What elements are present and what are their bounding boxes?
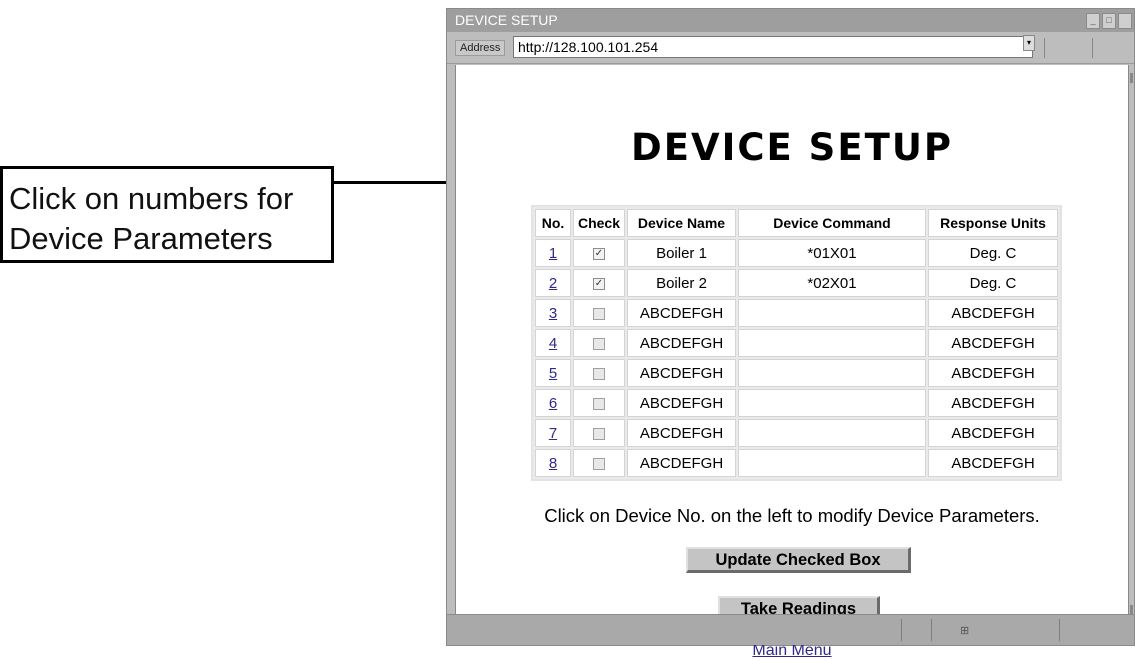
checkbox-unchecked[interactable] xyxy=(593,397,605,410)
cell-no: 7 xyxy=(535,419,571,447)
cell-check xyxy=(573,449,625,477)
cell-device-name: ABCDEFGH xyxy=(627,359,736,387)
cell-no: 4 xyxy=(535,329,571,357)
cell-device-command xyxy=(738,329,926,357)
checkbox-checked[interactable]: ✓ xyxy=(593,247,605,260)
cell-device-name: Boiler 1 xyxy=(627,239,736,267)
cell-device-name: ABCDEFGH xyxy=(627,449,736,477)
address-bar: Address http://128.100.101.254 ▾ xyxy=(447,32,1134,64)
cell-device-command: *01X01 xyxy=(738,239,926,267)
device-table: No. Check Device Name Device Command Res… xyxy=(531,205,1062,481)
close-button[interactable] xyxy=(1118,13,1132,29)
device-number-link[interactable]: 1 xyxy=(549,245,557,262)
cell-response-units: ABCDEFGH xyxy=(928,359,1058,387)
status-divider xyxy=(901,619,902,641)
table-row: 8 ABCDEFGH ABCDEFGH xyxy=(535,449,1058,477)
device-number-link[interactable]: 3 xyxy=(549,305,557,322)
table-row: 6 ABCDEFGH ABCDEFGH xyxy=(535,389,1058,417)
table-header-row: No. Check Device Name Device Command Res… xyxy=(535,209,1058,237)
header-no: No. xyxy=(535,209,571,237)
title-bar: DEVICE SETUP _ □ xyxy=(447,9,1134,32)
minimize-button[interactable]: _ xyxy=(1086,13,1100,29)
cell-device-name: ABCDEFGH xyxy=(627,299,736,327)
cell-no: 1 xyxy=(535,239,571,267)
header-check: Check xyxy=(573,209,625,237)
cell-no: 5 xyxy=(535,359,571,387)
page-title: DEVICE SETUP xyxy=(630,126,954,169)
header-device-name: Device Name xyxy=(627,209,736,237)
cell-response-units: ABCDEFGH xyxy=(928,389,1058,417)
update-checked-box-button[interactable]: Update Checked Box xyxy=(686,547,911,573)
annotation-callout: Click on numbers for Device Parameters xyxy=(0,166,334,263)
checkbox-unchecked[interactable] xyxy=(593,457,605,470)
cell-no: 6 xyxy=(535,389,571,417)
cell-check xyxy=(573,329,625,357)
status-divider xyxy=(1059,619,1060,641)
device-number-link[interactable]: 8 xyxy=(549,455,557,472)
callout-line-1: Click on numbers for xyxy=(9,181,294,216)
status-divider xyxy=(931,619,932,641)
checkbox-unchecked[interactable] xyxy=(593,427,605,440)
cell-no: 2 xyxy=(535,269,571,297)
cell-check: ✓ xyxy=(573,269,625,297)
table-row: 2 ✓ Boiler 2 *02X01 Deg. C xyxy=(535,269,1058,297)
checkbox-unchecked[interactable] xyxy=(593,367,605,380)
cell-check xyxy=(573,389,625,417)
cell-device-name: ABCDEFGH xyxy=(627,389,736,417)
cell-response-units: ABCDEFGH xyxy=(928,329,1058,357)
window-controls: _ □ xyxy=(1086,13,1132,29)
cell-no: 3 xyxy=(535,299,571,327)
cell-response-units: ABCDEFGH xyxy=(928,419,1058,447)
device-number-link[interactable]: 5 xyxy=(549,365,557,382)
table-row: 3 ABCDEFGH ABCDEFGH xyxy=(535,299,1058,327)
cell-response-units: ABCDEFGH xyxy=(928,299,1058,327)
address-label: Address xyxy=(455,40,506,56)
url-field[interactable]: http://128.100.101.254 xyxy=(513,36,1033,58)
checkbox-unchecked[interactable] xyxy=(593,337,605,350)
cell-response-units: Deg. C xyxy=(928,269,1058,297)
cell-device-name: ABCDEFGH xyxy=(627,329,736,357)
cell-device-command xyxy=(738,419,926,447)
checkbox-unchecked[interactable] xyxy=(593,307,605,320)
window-title: DEVICE SETUP xyxy=(455,12,558,28)
cell-no: 8 xyxy=(535,449,571,477)
address-dropdown-icon[interactable]: ▾ xyxy=(1023,35,1035,51)
checkbox-checked[interactable]: ✓ xyxy=(593,277,605,290)
cell-device-command xyxy=(738,359,926,387)
cell-check: ✓ xyxy=(573,239,625,267)
table-row: 7 ABCDEFGH ABCDEFGH xyxy=(535,419,1058,447)
cell-device-command xyxy=(738,449,926,477)
device-number-link[interactable]: 4 xyxy=(549,335,557,352)
callout-line-2: Device Parameters xyxy=(9,221,273,256)
maximize-button[interactable]: □ xyxy=(1102,13,1116,29)
header-device-command: Device Command xyxy=(738,209,926,237)
cell-device-name: Boiler 2 xyxy=(627,269,736,297)
page-content: DEVICE SETUP No. Check Device Name Devic… xyxy=(455,65,1133,659)
cell-device-command xyxy=(738,389,926,417)
table-row: 5 ABCDEFGH ABCDEFGH xyxy=(535,359,1058,387)
cell-check xyxy=(573,359,625,387)
table-row: 4 ABCDEFGH ABCDEFGH xyxy=(535,329,1058,357)
header-response-units: Response Units xyxy=(928,209,1058,237)
device-number-link[interactable]: 6 xyxy=(549,395,557,412)
device-number-link[interactable]: 7 xyxy=(549,425,557,442)
instructions-text: Click on Device No. on the left to modif… xyxy=(544,505,1040,526)
browser-window: DEVICE SETUP _ □ Address http://128.100.… xyxy=(446,8,1135,659)
status-bar: ⊞ xyxy=(447,614,1134,645)
cell-device-name: ABCDEFGH xyxy=(627,419,736,447)
toolbar-divider xyxy=(1092,38,1093,58)
toolbar-divider xyxy=(1044,38,1045,58)
url-text: http://128.100.101.254 xyxy=(518,39,659,55)
cell-check xyxy=(573,299,625,327)
network-icon: ⊞ xyxy=(960,625,970,637)
device-rows: 1 ✓ Boiler 1 *01X01 Deg. C 2 ✓ Boiler 2 *02X01 De… xyxy=(535,239,1058,477)
cell-check xyxy=(573,419,625,447)
scrollbar-top[interactable] xyxy=(1130,73,1133,83)
device-number-link[interactable]: 2 xyxy=(549,275,557,292)
table-row: 1 ✓ Boiler 1 *01X01 Deg. C xyxy=(535,239,1058,267)
cell-device-command xyxy=(738,299,926,327)
cell-response-units: ABCDEFGH xyxy=(928,449,1058,477)
cell-device-command: *02X01 xyxy=(738,269,926,297)
cell-response-units: Deg. C xyxy=(928,239,1058,267)
